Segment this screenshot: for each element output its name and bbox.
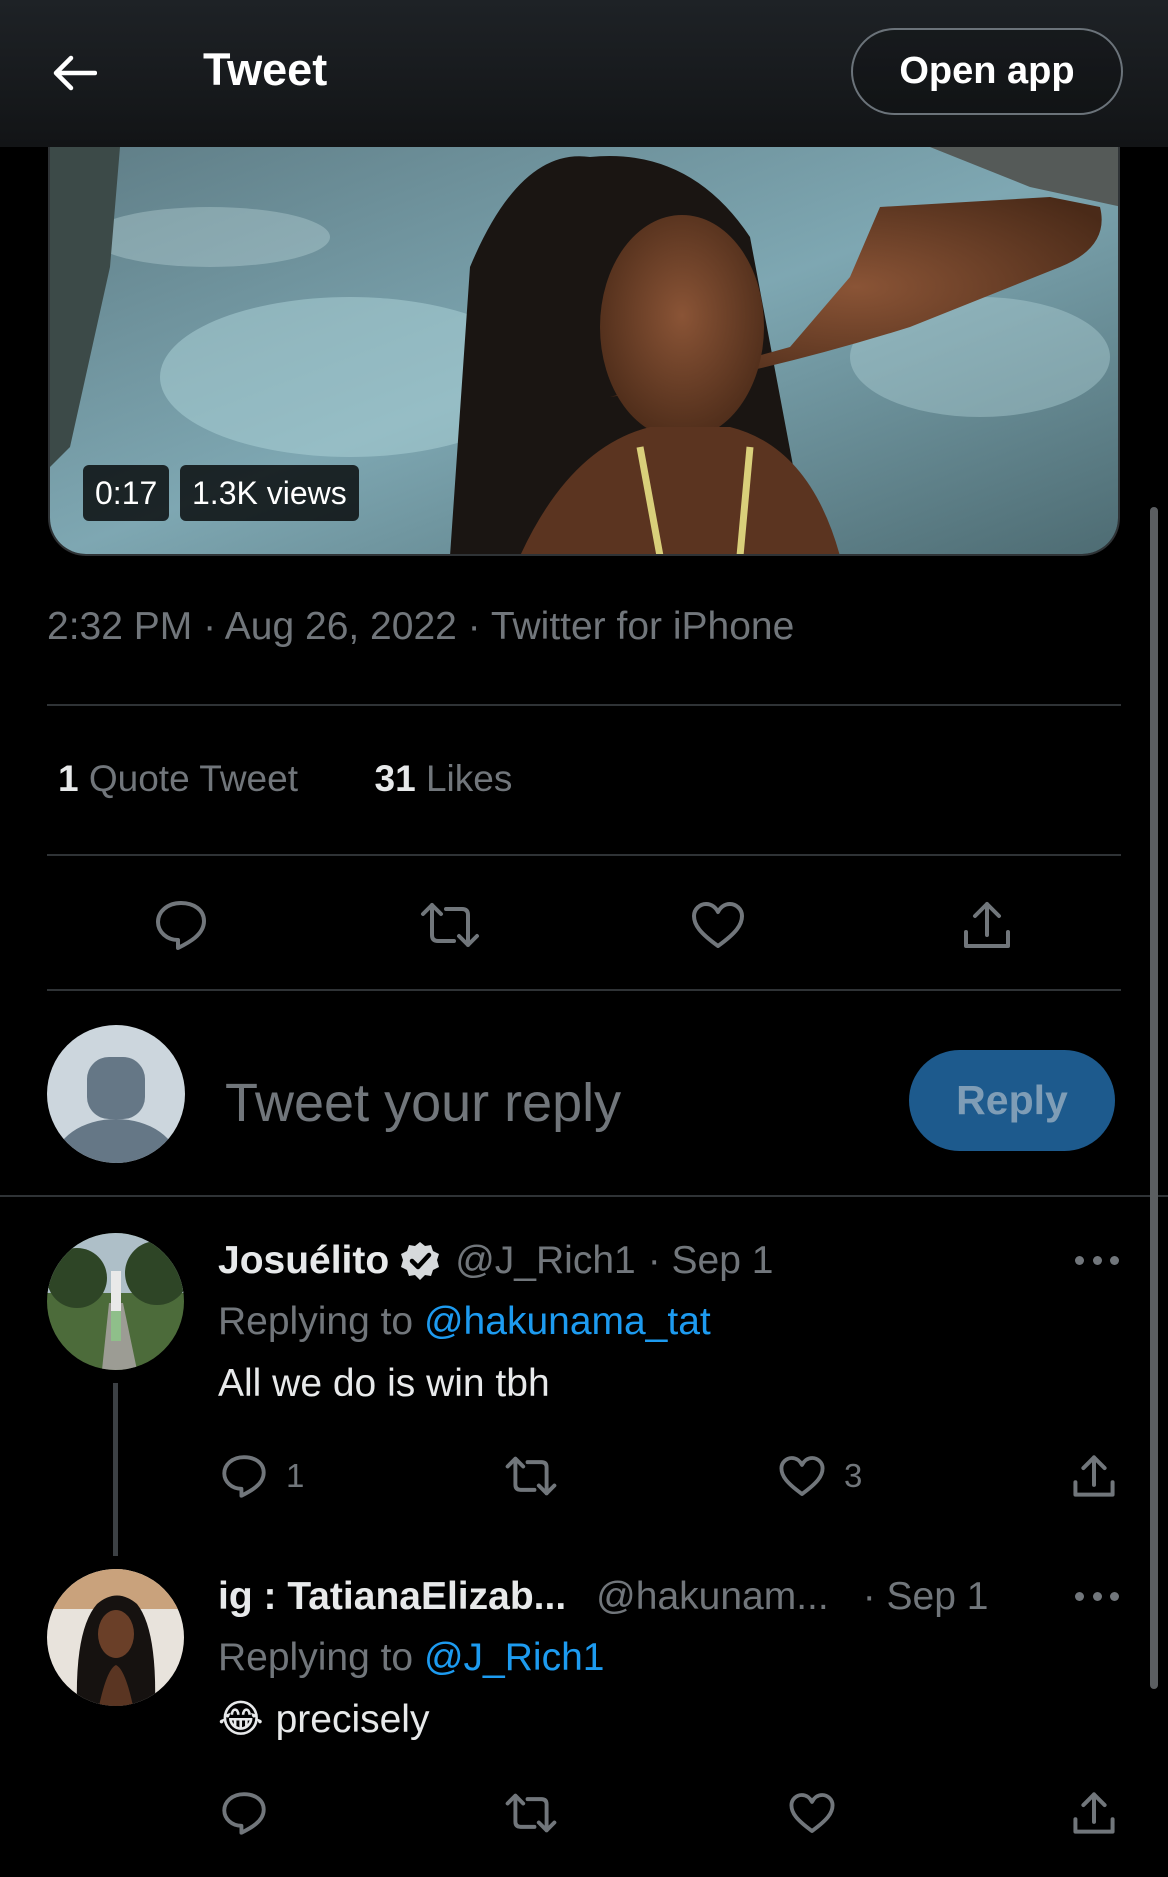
reply-icon [222,1455,266,1498]
reply-icon [222,1792,266,1835]
reply-action[interactable] [220,1785,268,1841]
thread-connector [113,1383,118,1556]
reply-body: precisely [275,1697,430,1741]
reply-composer: Tweet your reply Reply [0,1020,1168,1190]
like-action[interactable] [788,1785,836,1841]
like-icon[interactable] [688,895,748,955]
tweet-time: 2:32 PM [47,605,193,648]
reply-header: ig : TatianaElizab... @hakunam... · Sep … [218,1573,988,1621]
avatar[interactable] [47,1569,184,1706]
retweet-icon[interactable] [420,895,480,955]
reply-action-bar: 1 3 [0,1448,1168,1504]
open-app-button[interactable]: Open app [851,28,1123,115]
video-duration-badge: 0:17 [83,465,170,521]
reply-count: 1 [286,1457,305,1494]
user-handle[interactable]: @hakunam... [596,1575,829,1619]
tweet-date[interactable]: Aug 26, 2022 [225,605,457,648]
replying-prefix: Replying to [218,1300,414,1343]
reply-input[interactable]: Tweet your reply [225,1072,621,1134]
back-arrow-icon[interactable] [46,48,102,98]
retweet-icon [505,1456,557,1496]
separator: · [467,605,481,648]
replying-prefix: Replying to [218,1636,414,1679]
tweet-source[interactable]: Twitter for iPhone [491,605,794,648]
page-title: Tweet [203,44,328,95]
reply-date[interactable]: · Sep 1 [863,1575,989,1619]
divider [47,704,1121,706]
tweet-video[interactable]: 0:17 1.3K views [48,147,1120,556]
mention-link[interactable]: @hakunama_tat [424,1300,711,1343]
reply-date[interactable]: · Sep 1 [648,1239,774,1283]
top-bar: Tweet Open app [0,0,1168,147]
reply-action-bar [0,1785,1168,1841]
tweet-timestamp: 2:32 PM · Aug 26, 2022 · Twitter for iPh… [47,605,794,649]
reply-text: All we do is win tbh [218,1362,550,1405]
retweet-action[interactable] [505,1785,557,1841]
more-icon[interactable] [1075,1586,1119,1606]
like-icon [789,1793,835,1833]
avatar[interactable] [47,1233,184,1370]
scrollbar[interactable] [1150,507,1158,1689]
like-icon [779,1456,825,1496]
share-action[interactable] [1071,1448,1117,1504]
divider [47,854,1121,856]
retweet-action[interactable] [505,1448,557,1504]
share-icon[interactable] [957,895,1017,955]
tweet-action-bar [0,895,1168,955]
user-handle[interactable]: @J_Rich1 [455,1239,636,1283]
reply-action[interactable]: 1 [220,1448,304,1504]
reply-button[interactable]: Reply [909,1050,1115,1151]
share-action[interactable] [1071,1785,1117,1841]
avatar [47,1025,185,1163]
share-icon [1073,1792,1115,1834]
display-name[interactable]: Josuélito [218,1239,389,1283]
like-label: Likes [425,758,513,799]
quote-label: Quote Tweet [88,758,298,799]
mention-link[interactable]: @J_Rich1 [424,1636,605,1679]
divider [47,989,1121,991]
separator: · [203,605,217,648]
like-action[interactable]: 3 [778,1448,862,1504]
like-count: 31 [374,758,416,799]
divider [0,1195,1168,1197]
quote-count: 1 [58,758,79,799]
tweet-stats: 1 Quote Tweet 31 Likes [58,758,512,800]
reply-icon[interactable] [151,895,211,955]
retweet-icon [505,1793,557,1833]
reply-header: Josuélito @J_Rich1 · Sep 1 [218,1237,773,1285]
like-count: 3 [844,1457,863,1494]
display-name[interactable]: ig : TatianaElizab... [218,1575,566,1619]
replying-to: Replying to @J_Rich1 [218,1636,604,1680]
more-icon[interactable] [1075,1250,1119,1270]
verified-badge-icon [399,1240,441,1282]
replying-to: Replying to @hakunama_tat [218,1300,711,1344]
video-views-badge: 1.3K views [180,465,359,521]
quote-tweets-link[interactable]: 1 Quote Tweet [58,758,298,799]
share-icon [1073,1455,1115,1497]
reply-text: 😂 precisely [218,1697,429,1742]
laughing-emoji: 😂 [218,1698,264,1741]
likes-link[interactable]: 31 Likes [375,758,513,799]
